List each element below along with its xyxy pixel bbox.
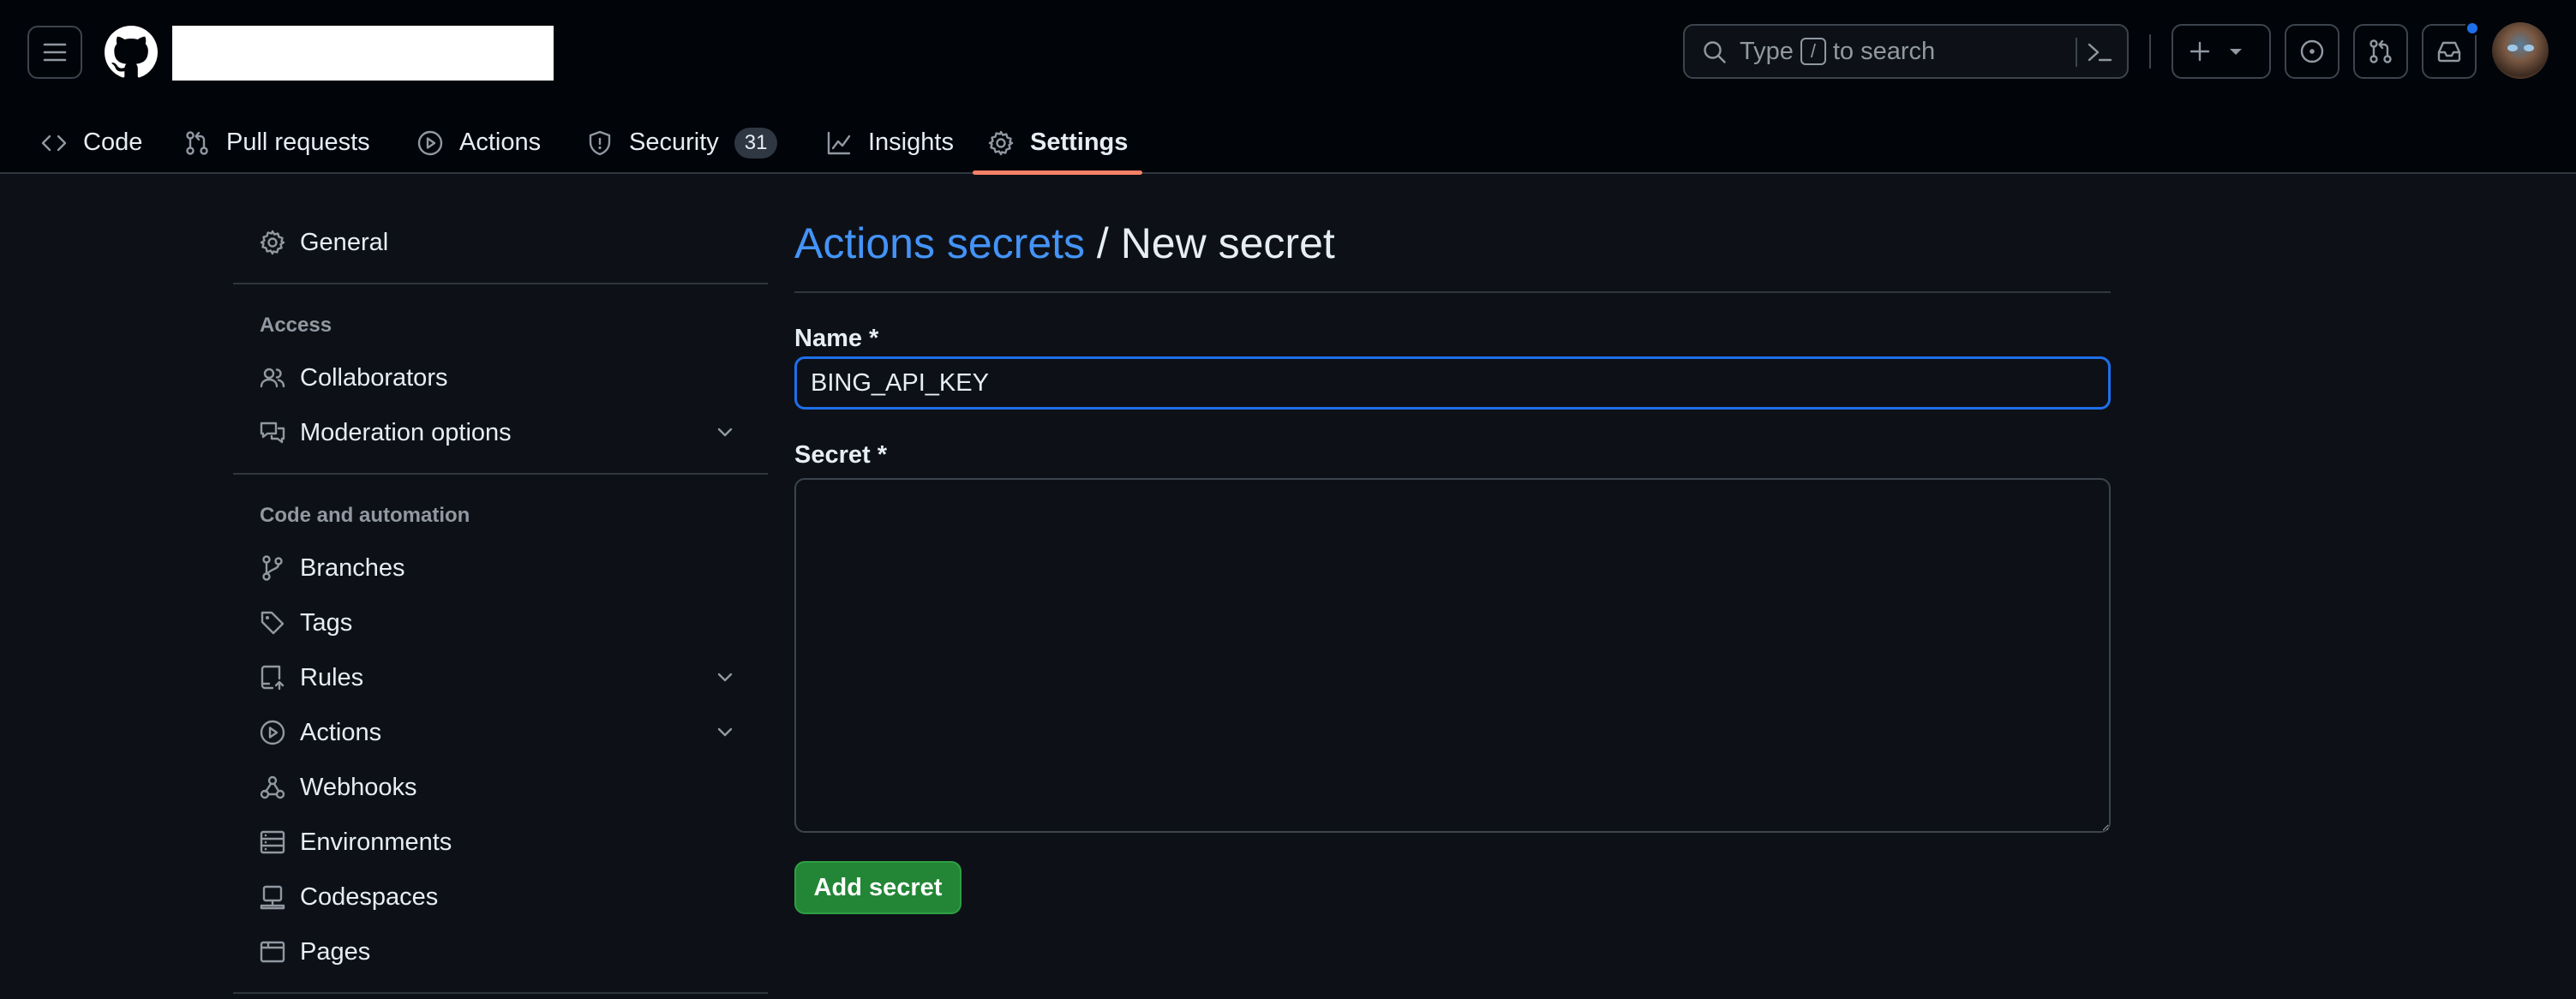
tab-security[interactable]: Security 31 <box>586 111 778 174</box>
webhook-icon <box>260 775 285 799</box>
gear-icon <box>988 130 1014 155</box>
page-title: Actions secrets / New secret <box>794 218 1335 268</box>
sidebar-item-label: Rules <box>300 663 364 691</box>
issue-opened-icon <box>2300 39 2324 63</box>
hamburger-menu-button[interactable] <box>27 26 82 79</box>
search-divider <box>2076 38 2077 67</box>
secret-value-textarea[interactable] <box>794 478 2111 833</box>
chevron-down-icon <box>717 673 733 682</box>
sidebar-item-label: Codespaces <box>300 882 439 911</box>
sidebar-item-tags[interactable]: Tags <box>233 597 768 649</box>
sidebar-item-label: Pages <box>300 937 371 966</box>
notification-indicator <box>2465 21 2480 36</box>
sidebar-item-label: Actions <box>300 718 382 746</box>
main-content: Actions secrets / New secret Name * Secr… <box>794 174 2111 999</box>
breadcrumb-actions-secrets-link[interactable]: Actions secrets <box>794 219 1085 267</box>
breadcrumb-separator: / <box>1085 219 1121 267</box>
tab-insights[interactable]: Insights <box>825 111 954 174</box>
tab-actions[interactable]: Actions <box>416 111 541 174</box>
sidebar-divider <box>233 473 768 475</box>
sidebar-item-collaborators[interactable]: Collaborators <box>233 352 768 404</box>
header-separator <box>2149 34 2151 69</box>
user-avatar[interactable] <box>2492 22 2549 79</box>
repo-nav: Code Pull requests Actions Security 31 I… <box>0 111 2576 175</box>
inbox-icon <box>2437 41 2461 63</box>
create-new-button[interactable] <box>2172 24 2271 79</box>
command-palette-icon[interactable] <box>2086 39 2113 65</box>
sidebar-item-webhooks[interactable]: Webhooks <box>233 762 768 813</box>
sidebar-divider <box>233 283 768 284</box>
people-icon <box>260 368 285 388</box>
tag-icon <box>261 611 285 635</box>
global-header: Type / to search Code Pull requests Acti… <box>0 0 2576 175</box>
sidebar-item-label: Branches <box>300 553 405 582</box>
play-icon <box>417 130 443 155</box>
add-secret-button[interactable]: Add secret <box>794 861 962 914</box>
title-divider <box>794 291 2111 293</box>
hamburger-icon <box>43 43 67 62</box>
code-icon <box>41 135 67 151</box>
avatar-eye <box>2507 45 2518 51</box>
github-logo-icon[interactable] <box>105 26 158 79</box>
sidebar-item-label: Webhooks <box>300 773 417 801</box>
secret-field-label: Secret * <box>794 441 888 469</box>
sidebar-item-general[interactable]: General <box>233 217 768 268</box>
chevron-down-icon <box>717 727 733 737</box>
tab-code[interactable]: Code <box>40 111 142 174</box>
sidebar-item-codespaces[interactable]: Codespaces <box>233 871 768 923</box>
sidebar-item-label: Moderation options <box>300 418 512 446</box>
sidebar-item-branches[interactable]: Branches <box>233 542 768 594</box>
sidebar-group-code-automation: Code and automation <box>260 504 470 527</box>
comment-discussion-icon <box>260 422 285 444</box>
avatar-eye <box>2524 45 2534 51</box>
gear-icon <box>260 230 285 255</box>
shield-icon <box>589 130 611 155</box>
search-shortcut-key: / <box>1800 38 1826 65</box>
search-icon <box>1704 41 1726 63</box>
codespaces-icon <box>260 885 285 910</box>
git-branch-icon <box>262 555 283 581</box>
settings-sidebar: General Access Collaborators Moderation … <box>233 174 768 999</box>
sidebar-item-label: Collaborators <box>300 363 448 392</box>
issues-button[interactable] <box>2285 24 2339 79</box>
sidebar-item-label: General <box>300 228 389 256</box>
security-alert-counter: 31 <box>734 127 778 159</box>
server-icon <box>260 830 285 854</box>
sidebar-item-environments[interactable]: Environments <box>233 817 768 868</box>
sidebar-item-rules[interactable]: Rules <box>233 652 768 703</box>
repo-name-redacted <box>172 26 554 81</box>
sidebar-group-access: Access <box>260 314 332 337</box>
sidebar-item-actions[interactable]: Actions <box>233 707 768 758</box>
plus-icon <box>2190 41 2210 62</box>
sidebar-item-label: Environments <box>300 828 452 856</box>
sidebar-item-label: Tags <box>300 608 353 637</box>
play-icon <box>260 720 285 745</box>
secret-name-input[interactable] <box>794 356 2111 410</box>
name-field-label: Name * <box>794 325 879 352</box>
search-placeholder: Type / to search <box>1740 37 1936 65</box>
tab-pull-requests[interactable]: Pull requests <box>183 111 370 174</box>
page-heading: New secret <box>1120 219 1335 267</box>
browser-icon <box>260 941 285 963</box>
search-input[interactable]: Type / to search <box>1683 24 2129 79</box>
sidebar-item-pages[interactable]: Pages <box>233 926 768 978</box>
sidebar-item-moderation-options[interactable]: Moderation options <box>233 407 768 458</box>
git-pull-request-icon <box>2369 39 2392 63</box>
chevron-down-icon <box>717 428 733 437</box>
repo-push-icon <box>261 665 285 691</box>
git-pull-request-icon <box>186 130 208 155</box>
graph-icon <box>827 131 851 154</box>
triangle-down-icon <box>2230 49 2242 55</box>
pull-requests-button[interactable] <box>2353 24 2408 79</box>
sidebar-divider <box>233 992 768 994</box>
tab-settings[interactable]: Settings <box>973 111 1143 175</box>
